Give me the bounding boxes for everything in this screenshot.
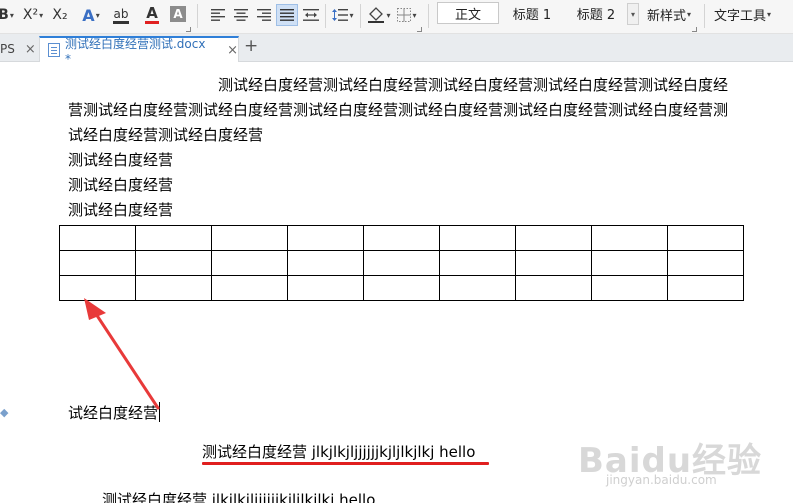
annotation-arrow-svg [84, 298, 160, 410]
arrow-shaft [94, 312, 160, 410]
arrow-head [84, 298, 106, 320]
